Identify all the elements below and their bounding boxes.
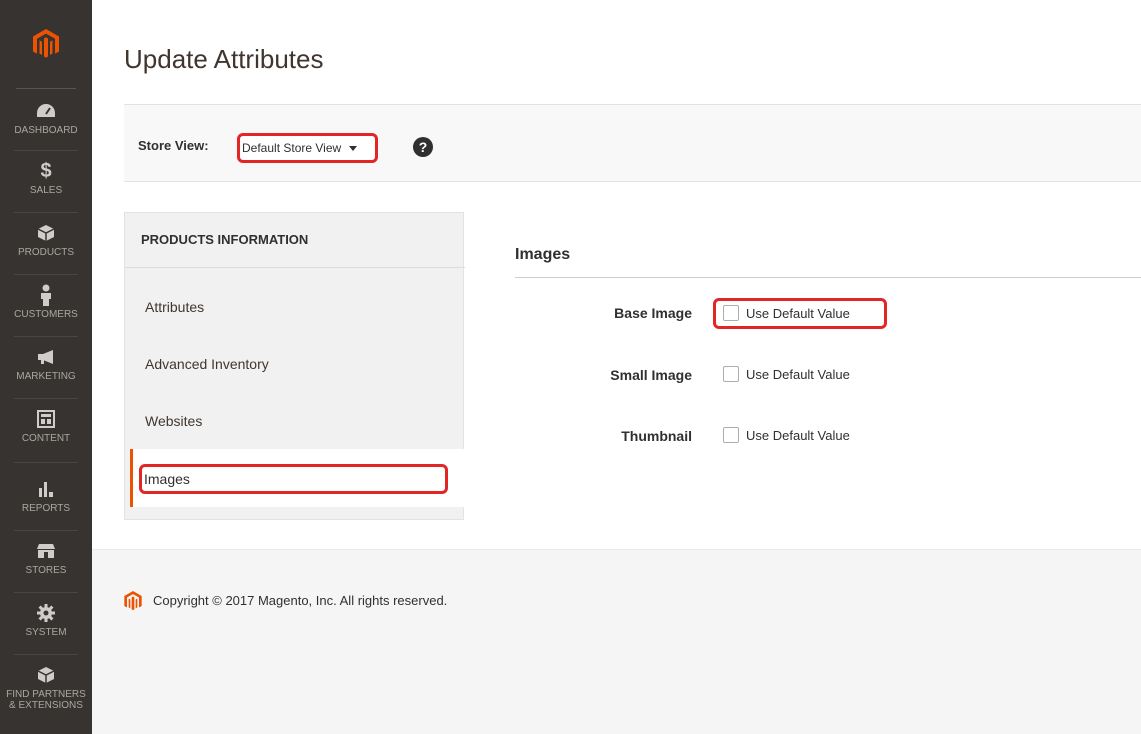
store-view-dropdown[interactable]: Default Store View <box>237 133 378 163</box>
small-image-checkbox[interactable] <box>723 366 739 382</box>
nav-divider <box>14 212 78 213</box>
nav-sales[interactable]: $ SALES <box>0 160 92 220</box>
box-icon <box>35 222 57 244</box>
nav-stores[interactable]: STORES <box>0 540 92 600</box>
section-divider <box>515 277 1141 278</box>
store-view-label: Store View: <box>138 138 209 153</box>
admin-sidebar: DASHBOARD $ SALES PRODUCTS CUSTOMERS MAR… <box>0 0 92 734</box>
tab-images-label: Images <box>139 464 448 494</box>
tabs-header: PRODUCTS INFORMATION <box>125 213 465 268</box>
nav-label: REPORTS <box>21 503 71 514</box>
nav-divider <box>14 398 78 399</box>
magento-logo-icon <box>33 29 59 58</box>
nav-label-line2: & EXTENSIONS <box>9 700 83 711</box>
base-image-label: Base Image <box>614 305 692 321</box>
nav-label: CUSTOMERS <box>14 309 78 320</box>
store-view-bar: Store View: Default Store View ? <box>124 104 1141 182</box>
nav-label: PRODUCTS <box>17 247 75 258</box>
nav-system[interactable]: SYSTEM <box>0 602 92 662</box>
nav-find-partners[interactable]: FIND PARTNERS & EXTENSIONS <box>0 664 92 724</box>
small-image-label: Small Image <box>610 367 692 383</box>
caret-down-icon <box>349 145 358 151</box>
nav-divider <box>14 150 78 151</box>
thumbnail-label: Thumbnail <box>621 428 692 444</box>
tab-advanced-inventory[interactable]: Advanced Inventory <box>125 335 465 392</box>
person-icon <box>35 284 57 306</box>
nav-divider <box>14 530 78 531</box>
checkbox-label: Use Default Value <box>746 366 850 382</box>
nav-label: SALES <box>29 185 63 196</box>
copyright-text: Copyright © 2017 Magento, Inc. All right… <box>153 593 448 608</box>
gear-icon <box>35 602 57 624</box>
thumbnail-use-default[interactable]: Use Default Value <box>723 427 850 443</box>
nav-label: FIND PARTNERS <box>6 689 86 700</box>
images-section-title: Images <box>515 246 571 263</box>
nav-label: STORES <box>25 565 67 576</box>
nav-products[interactable]: PRODUCTS <box>0 222 92 282</box>
small-image-use-default[interactable]: Use Default Value <box>723 366 850 382</box>
nav-content[interactable]: CONTENT <box>0 408 92 468</box>
bar-chart-icon <box>35 478 57 500</box>
dollar-icon: $ <box>40 159 52 182</box>
storefront-icon <box>35 540 57 562</box>
layout-icon <box>35 408 57 430</box>
dashboard-icon <box>35 100 57 122</box>
logo-divider <box>16 88 76 89</box>
tab-websites[interactable]: Websites <box>125 392 465 449</box>
nav-customers[interactable]: CUSTOMERS <box>0 284 92 344</box>
nav-marketing[interactable]: MARKETING <box>0 346 92 406</box>
nav-label: DASHBOARD <box>14 125 78 136</box>
tab-attributes[interactable]: Attributes <box>125 278 465 335</box>
base-image-use-default[interactable]: Use Default Value <box>723 305 850 321</box>
magento-logo[interactable] <box>0 0 92 88</box>
checkbox-label: Use Default Value <box>746 427 850 443</box>
magento-footer-logo-icon <box>124 591 142 611</box>
nav-divider <box>14 462 78 463</box>
base-image-checkbox[interactable] <box>723 305 739 321</box>
checkbox-label: Use Default Value <box>746 305 850 321</box>
nav-label: CONTENT <box>21 433 71 444</box>
store-view-value: Default Store View <box>242 141 342 155</box>
nav-divider <box>14 654 78 655</box>
partners-box-icon <box>35 664 57 686</box>
help-icon[interactable]: ? <box>413 137 433 157</box>
nav-divider <box>14 274 78 275</box>
nav-reports[interactable]: REPORTS <box>0 478 92 538</box>
page-title: Update Attributes <box>124 44 324 74</box>
nav-label: MARKETING <box>16 371 76 382</box>
nav-divider <box>14 592 78 593</box>
megaphone-icon <box>35 346 57 368</box>
nav-dashboard[interactable]: DASHBOARD <box>0 100 92 160</box>
thumbnail-checkbox[interactable] <box>723 427 739 443</box>
page-footer: Copyright © 2017 Magento, Inc. All right… <box>92 549 1141 734</box>
nav-divider <box>14 336 78 337</box>
nav-label: SYSTEM <box>25 627 67 638</box>
